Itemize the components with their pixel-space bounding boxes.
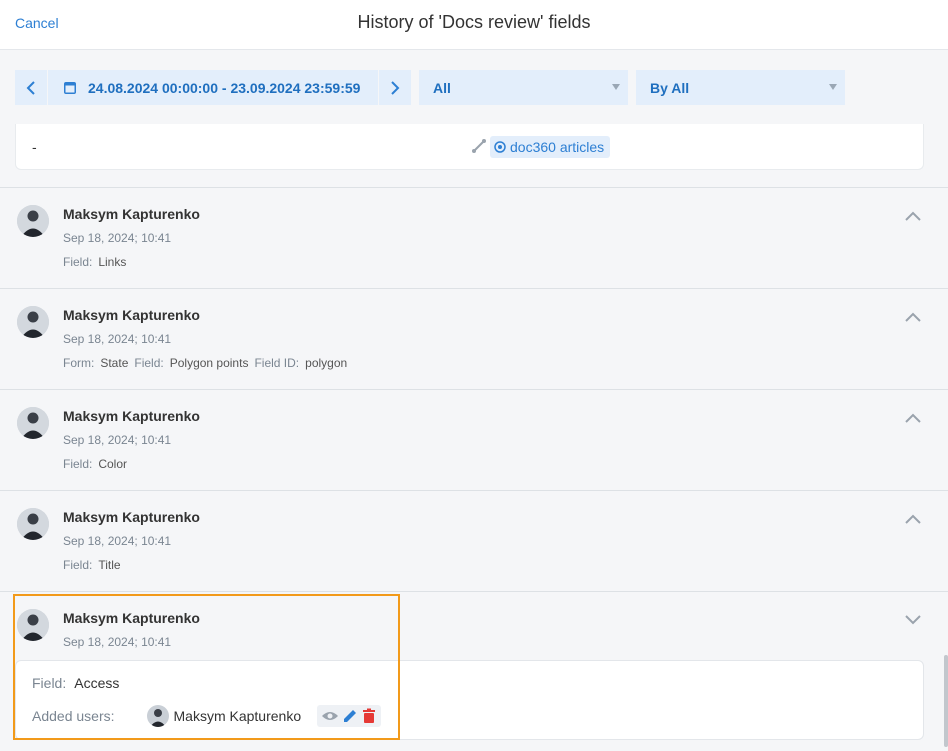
user-name: Maksym Kapturenko [63, 509, 200, 525]
chevron-down-icon[interactable] [904, 614, 922, 626]
field-label: Field: [32, 675, 67, 691]
change-meta: Form: State Field: Polygon points Field ID: p… [63, 356, 347, 370]
prev-period-button[interactable] [15, 70, 47, 105]
history-entry[interactable]: Maksym Kapturenko Sep 18, 2024; 10:41 Fi… [0, 490, 948, 591]
user-name: Maksym Kapturenko [63, 206, 200, 222]
old-value: - [32, 139, 37, 155]
avatar [17, 205, 49, 237]
chevron-left-icon [26, 80, 35, 95]
history-entry[interactable]: Maksym Kapturenko Sep 18, 2024; 10:41 Fo… [0, 288, 948, 389]
meta-key: Form: [63, 356, 95, 370]
meta-key: Field ID: [254, 356, 300, 370]
avatar [17, 609, 49, 641]
pencil-icon[interactable] [341, 708, 359, 724]
meta-key: Field: [63, 558, 93, 572]
meta-value: Title [98, 558, 121, 572]
user-name: Maksym Kapturenko [63, 610, 200, 626]
change-date: Sep 18, 2024; 10:41 [63, 231, 172, 245]
change-date: Sep 18, 2024; 10:41 [63, 635, 172, 649]
change-date: Sep 18, 2024; 10:41 [63, 332, 172, 346]
change-meta: Field: Color [63, 457, 127, 471]
meta-value: State [100, 356, 129, 370]
meta-key: Field: [134, 356, 164, 370]
user-actions [317, 705, 382, 727]
scrollbar[interactable] [944, 655, 948, 747]
avatar [146, 705, 169, 727]
history-entry[interactable]: Maksym Kapturenko Sep 18, 2024; 10:41 Fi… [0, 187, 948, 288]
change-date: Sep 18, 2024; 10:41 [63, 433, 172, 447]
trash-icon[interactable] [361, 708, 377, 724]
added-users-label: Added users: [32, 708, 115, 724]
type-filter-value: All [433, 79, 451, 96]
meta-value: Color [98, 457, 128, 471]
avatar [17, 306, 49, 338]
link-icon [472, 139, 486, 153]
user-filter-value: By All [650, 79, 690, 96]
page-title: History of 'Docs review' fields [357, 12, 591, 32]
linked-item-tag[interactable]: doc360 articles [490, 136, 611, 158]
avatar [17, 407, 49, 439]
date-range-picker[interactable]: 24.08.2024 00:00:00 - 23.09.2024 23:59:5… [48, 70, 378, 105]
meta-value: Links [98, 255, 127, 269]
meta-key: Field: [63, 255, 93, 269]
user-chip: Maksym Kapturenko [146, 705, 302, 727]
field-value: Access [74, 675, 120, 691]
chevron-up-icon[interactable] [904, 210, 922, 222]
change-meta: Field: Links [63, 255, 126, 269]
history-entry[interactable]: Maksym Kapturenko Sep 18, 2024; 10:41 Fi… [0, 389, 948, 490]
meta-key: Field: [63, 457, 93, 471]
eye-icon[interactable] [321, 709, 339, 723]
type-filter-select[interactable]: All [419, 70, 628, 105]
user-filter-select[interactable]: By All [636, 70, 845, 105]
user-name: Maksym Kapturenko [173, 708, 302, 724]
change-detail-card: - doc360 articles [15, 124, 924, 170]
header: Cancel History of 'Docs review' fields [0, 0, 948, 50]
dropdown-arrow-icon [612, 84, 620, 90]
date-range-label: 24.08.2024 00:00:00 - 23.09.2024 23:59:5… [88, 79, 361, 96]
dropdown-arrow-icon [829, 84, 837, 90]
target-icon [494, 141, 506, 153]
chevron-up-icon[interactable] [904, 513, 922, 525]
change-meta: Field: Title [63, 558, 121, 572]
meta-value: polygon [305, 356, 348, 370]
user-name: Maksym Kapturenko [63, 307, 200, 323]
user-name: Maksym Kapturenko [63, 408, 200, 424]
chevron-up-icon[interactable] [904, 412, 922, 424]
chevron-up-icon[interactable] [904, 311, 922, 323]
calendar-icon [64, 82, 76, 94]
change-date: Sep 18, 2024; 10:41 [63, 534, 172, 548]
avatar [17, 508, 49, 540]
change-detail-card: Field: Access Added users: Maksym Kaptur… [15, 660, 924, 740]
linked-item-label: doc360 articles [510, 139, 605, 155]
meta-value: Polygon points [169, 356, 249, 370]
next-period-button[interactable] [379, 70, 411, 105]
chevron-right-icon [391, 80, 400, 95]
